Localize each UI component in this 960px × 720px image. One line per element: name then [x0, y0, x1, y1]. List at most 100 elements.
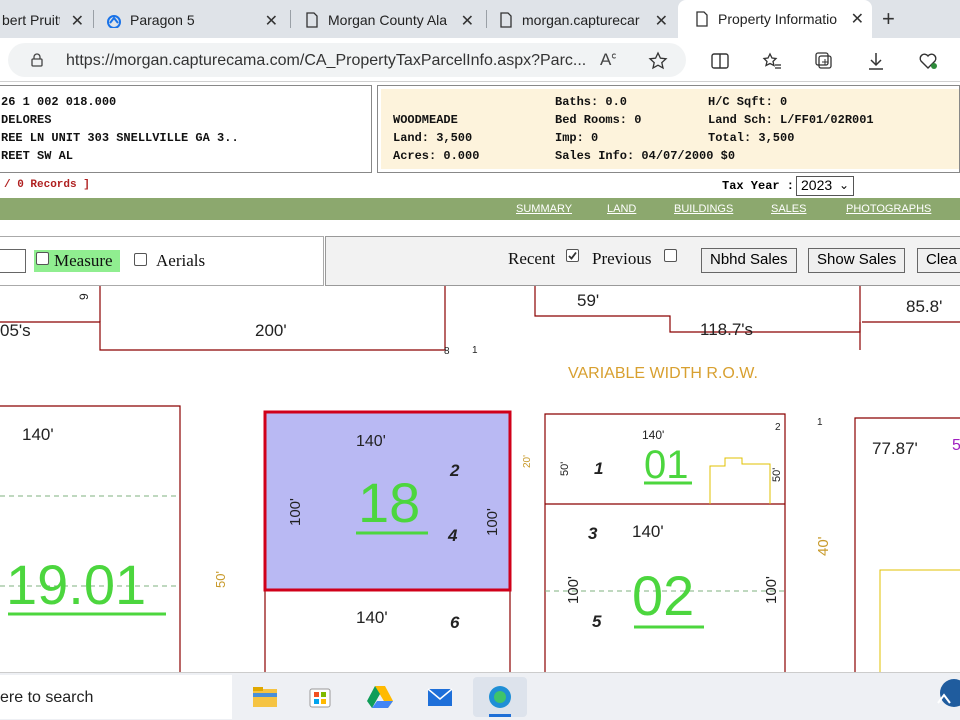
dim-label: 140' [22, 425, 54, 444]
clear-button[interactable]: Clea [917, 248, 960, 273]
tab-title: Property Informatio [718, 11, 838, 27]
google-drive-icon[interactable] [360, 677, 400, 717]
menu-photographs[interactable]: PHOTOGRAPHS [846, 203, 931, 215]
collections-icon[interactable] [814, 51, 834, 71]
land-value: Land: 3,500 [393, 131, 473, 145]
show-sales-button[interactable]: Show Sales [808, 248, 906, 273]
tab-title: Paragon 5 [130, 12, 195, 28]
menu-sales[interactable]: SALES [771, 203, 806, 215]
parcel-map-canvas[interactable]: 05's 200' 59' 118.7's 85.8' 9 8 1 VARIAB… [0, 286, 960, 672]
chevron-down-icon: ⌄ [838, 178, 849, 192]
dim-label: 118.7's [700, 320, 753, 339]
mail-icon[interactable] [420, 677, 460, 717]
aerials-label: Aerials [156, 251, 206, 270]
records-row: / 0 Records ] Tax Year : 2023 ⌄ [0, 176, 960, 198]
dim-label: 100' [287, 498, 304, 526]
menu-buildings[interactable]: BUILDINGS [674, 203, 733, 215]
corner-label: 1 [817, 417, 823, 428]
building-outline [709, 457, 771, 504]
subdivision: WOODMEADE [393, 113, 458, 127]
lock-icon[interactable] [30, 53, 44, 67]
dim-label: 50' [559, 462, 571, 476]
parcel-line [0, 405, 181, 672]
tax-year-label: Tax Year : [722, 179, 795, 193]
tab-4[interactable]: morgan.capturecar ✕ [490, 2, 676, 38]
property-info-header: 26 1 002 018.000 DELORES REE LN UNIT 303… [0, 84, 960, 176]
close-icon[interactable]: ✕ [851, 9, 864, 29]
menu-land[interactable]: LAND [607, 203, 636, 215]
map-toolbar: Measure Aerials Recent Previous Nbhd Sal… [0, 236, 960, 286]
tab-1[interactable]: bert Pruitt ✕ [0, 2, 92, 38]
recent-label: Recent [508, 249, 556, 268]
taskbar-search[interactable]: ere to search [0, 675, 232, 719]
dim-label: 40' [815, 536, 832, 556]
document-icon [306, 12, 318, 28]
measure-checkbox[interactable] [36, 252, 49, 265]
tab-2[interactable]: Paragon 5 ✕ [100, 2, 286, 38]
measure-toggle[interactable]: Measure [34, 250, 120, 272]
nbhd-sales-button[interactable]: Nbhd Sales [701, 248, 797, 273]
land-schedule: Land Sch: L/FF01/02R001 [708, 113, 874, 127]
tab-title: Morgan County Ala [328, 12, 448, 28]
notification-app-icon[interactable] [932, 677, 960, 717]
dim-label: 100' [763, 576, 780, 604]
close-icon[interactable]: ✕ [655, 11, 668, 31]
close-icon[interactable]: ✕ [265, 11, 278, 31]
lot-subnumber: 4 [447, 526, 458, 545]
close-icon[interactable]: ✕ [461, 11, 474, 31]
owner-name: DELORES [1, 113, 52, 127]
windows-taskbar: ere to search [0, 672, 960, 720]
previous-label: Previous [592, 249, 652, 268]
store-icon[interactable] [300, 677, 340, 717]
imp-value: Imp: 0 [555, 131, 599, 145]
tab-3[interactable]: Morgan County Ala ✕ [296, 2, 482, 38]
owner-box: 26 1 002 018.000 DELORES REE LN UNIT 303… [0, 85, 372, 173]
parcel-map[interactable]: 05's 200' 59' 118.7's 85.8' 9 8 1 VARIAB… [0, 286, 960, 672]
hc-sqft: H/C Sqft: 0 [708, 95, 788, 109]
new-tab-icon[interactable]: + [882, 6, 895, 32]
lot-subnumber: 2 [449, 461, 460, 480]
recent-checkbox[interactable] [566, 249, 579, 262]
measure-label: Measure [54, 251, 113, 270]
read-aloud-icon[interactable]: Aⅽ [600, 50, 616, 70]
dim-label: 100' [484, 508, 501, 536]
owner-address-2: REET SW AL [1, 149, 74, 163]
browser-essentials-icon[interactable] [918, 51, 938, 71]
tax-year-value: 2023 [801, 177, 833, 193]
split-screen-icon[interactable] [710, 51, 730, 71]
toolbar-left: Measure Aerials [0, 236, 324, 286]
parcel-box: WOODMEADE Land: 3,500 Acres: 0.000 Baths… [377, 85, 960, 173]
dim-label: 5 [952, 437, 960, 454]
dim-label: 140' [356, 433, 386, 450]
baths: Baths: 0.0 [555, 95, 628, 109]
address-bar[interactable]: https://morgan.capturecama.com/CA_Proper… [8, 43, 686, 77]
favorites-icon[interactable] [762, 51, 782, 71]
menu-summary[interactable]: SUMMARY [516, 203, 572, 215]
dim-label: 85.8' [906, 297, 942, 316]
file-explorer-icon[interactable] [245, 677, 285, 717]
lot-number-01: 01 [644, 443, 689, 487]
dim-label: 140' [642, 428, 664, 442]
checkmark-icon [568, 251, 577, 260]
lot-subnumber: 5 [592, 612, 602, 631]
dim-label: 50' [771, 468, 783, 482]
download-icon[interactable] [866, 51, 886, 71]
toolbar-right: Recent Previous Nbhd Sales Show Sales Cl… [325, 236, 960, 286]
map-search-input[interactable] [0, 249, 26, 273]
tab-active[interactable]: Property Informatio ✕ [678, 0, 872, 38]
tax-year-select[interactable]: 2023 ⌄ [796, 176, 854, 196]
dim-label: 59' [577, 291, 599, 310]
lot-subnumber: 1 [594, 459, 603, 478]
aerials-checkbox[interactable] [134, 253, 147, 266]
favorite-star-icon[interactable] [648, 51, 668, 71]
parcel-id: 26 1 002 018.000 [1, 95, 117, 109]
edge-icon[interactable] [473, 677, 527, 717]
previous-checkbox[interactable] [664, 249, 677, 262]
dim-label: 77.87' [872, 439, 918, 458]
tab-title: bert Pruitt [2, 12, 60, 28]
lot-number-02: 02 [632, 564, 694, 627]
close-icon[interactable]: ✕ [71, 11, 84, 31]
browser-window: bert Pruitt ✕ Paragon 5 ✕ Morgan County … [0, 0, 960, 720]
acres: Acres: 0.000 [393, 149, 480, 163]
dim-label: 200' [255, 321, 287, 340]
